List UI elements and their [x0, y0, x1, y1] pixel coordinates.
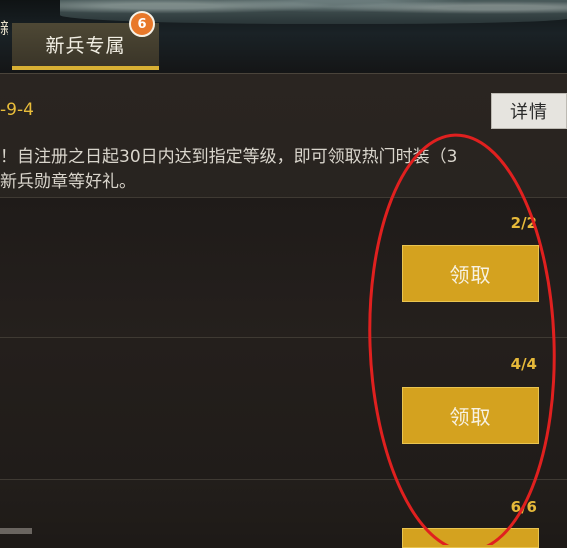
- details-button[interactable]: 详情: [491, 93, 567, 129]
- reward-progress: 2/2: [510, 214, 537, 232]
- event-description: ！自注册之日起30日内达到指定等级，即可领取热门时装（3 新兵勋章等好礼。: [0, 145, 567, 195]
- reward-progress: 4/4: [510, 355, 537, 373]
- description-line-1: ！自注册之日起30日内达到指定等级，即可领取热门时装（3: [0, 147, 458, 167]
- event-date: -9-4: [0, 100, 34, 120]
- notification-badge: 6: [129, 11, 155, 37]
- reward-row: 2/2 领取: [0, 197, 567, 337]
- cut-off-tab-label[interactable]: 新: [0, 14, 8, 44]
- claim-button[interactable]: 领取: [402, 387, 539, 444]
- reward-progress: 6/6: [510, 498, 537, 516]
- reward-row: 4/4 领取: [0, 337, 567, 479]
- scroll-indicator: [0, 528, 32, 534]
- description-line-2: 新兵勋章等好礼。: [0, 172, 136, 192]
- claim-button[interactable]: [402, 528, 539, 548]
- tab-label: 新兵专属: [45, 35, 126, 57]
- claim-button[interactable]: 领取: [402, 245, 539, 302]
- reward-row: 6/6: [0, 479, 567, 548]
